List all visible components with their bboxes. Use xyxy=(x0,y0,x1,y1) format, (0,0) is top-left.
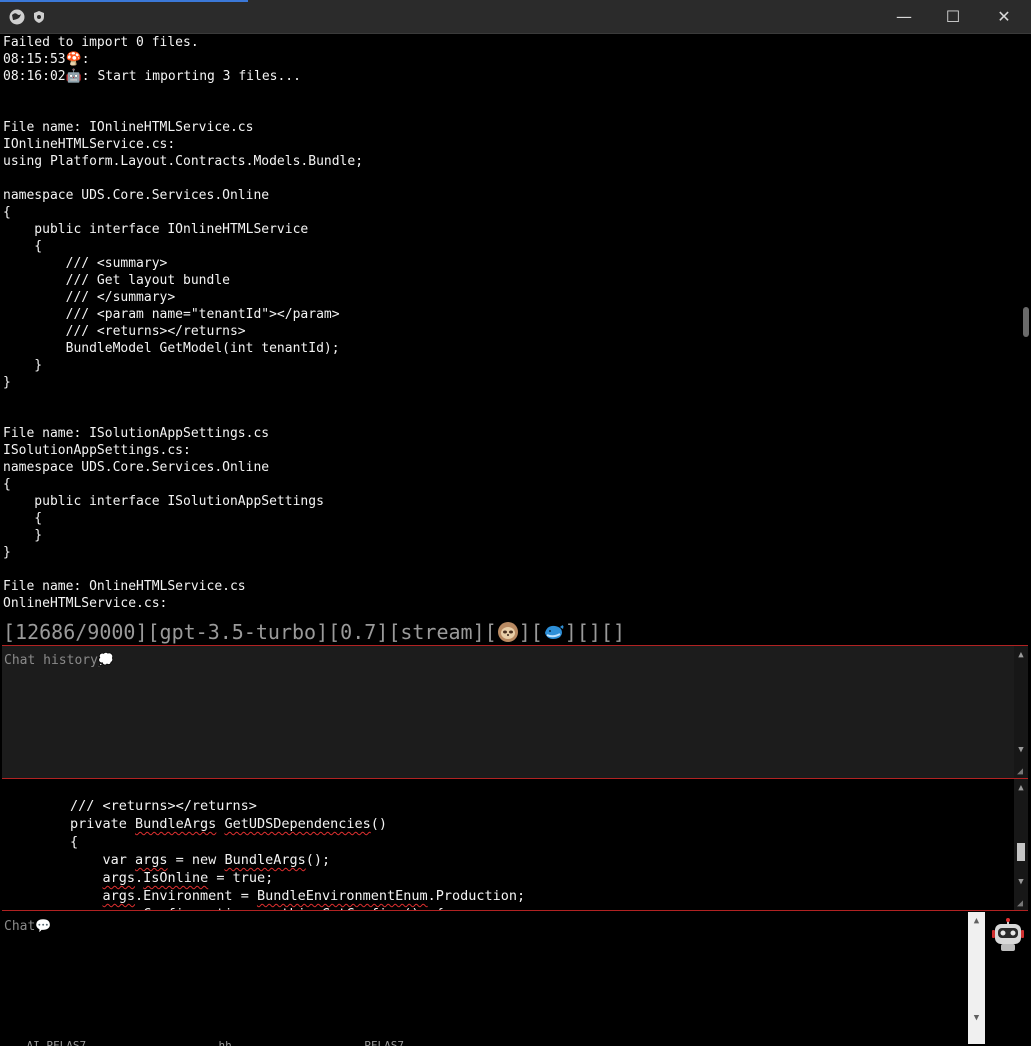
log-line: } xyxy=(3,358,43,373)
chat-input-panel[interactable]: Chat💬 xyxy=(2,912,968,1044)
robot-icon[interactable] xyxy=(992,918,1024,952)
log-line: File name: ISolutionAppSettings.cs xyxy=(3,426,270,441)
minimize-button[interactable]: — xyxy=(881,0,927,33)
code-input-panel[interactable]: /// <returns></returns> private BundleArg… xyxy=(2,779,1028,911)
log-line: { xyxy=(3,477,11,492)
log-line: Failed to import 0 files. xyxy=(3,35,199,50)
scroll-up-arrow-icon[interactable]: ▲ xyxy=(1014,649,1028,661)
log-line: /// </summary> xyxy=(3,290,176,305)
code-line: var args = new BundleArgs(); xyxy=(70,852,331,868)
sloth-icon xyxy=(497,622,518,642)
log-line: BundleModel GetModel(int tenantId); xyxy=(3,341,340,356)
close-button[interactable]: ✕ xyxy=(981,0,1027,33)
code-line: /// <returns></returns> xyxy=(70,798,257,814)
log-line: { xyxy=(3,205,11,220)
log-line: OnlineHTMLService.cs: xyxy=(3,596,168,610)
log-line: public interface ISolutionAppSettings xyxy=(3,494,324,509)
chat-input-placeholder: Chat💬 xyxy=(4,919,52,934)
chat-scrollbar[interactable]: ▲ ▼ xyxy=(968,912,985,1044)
log-line: IOnlineHTMLService.cs: xyxy=(3,137,176,152)
log-line: ISolutionAppSettings.cs: xyxy=(3,443,191,458)
code-scroll-thumb[interactable] xyxy=(1017,843,1025,861)
log-line: File name: OnlineHTMLService.cs xyxy=(3,579,246,594)
log-line: 08:15:53🍄: xyxy=(3,52,90,67)
import-log-output[interactable]: Failed to import 0 files. 08:15:53🍄: 08:16… xyxy=(3,34,1021,610)
chat-history-panel[interactable]: Chat history💭 ▲ ▼ ◢ xyxy=(2,645,1028,779)
code-line: args.Configurations = this.GetConfigs();… xyxy=(70,905,525,910)
shield-icon xyxy=(34,11,44,23)
code-input-text[interactable]: /// <returns></returns> private BundleArg… xyxy=(70,797,526,910)
log-line: { xyxy=(3,511,43,526)
log-line: using Platform.Layout.Contracts.Models.B… xyxy=(3,154,364,169)
status-suffix: ][][] xyxy=(564,620,625,644)
history-scrollbar[interactable]: ▲ ▼ xyxy=(1014,646,1028,778)
chat-history-placeholder: Chat history💭 xyxy=(4,653,115,668)
log-line: /// <param name="tenantId"></param> xyxy=(3,307,340,322)
globe-icon xyxy=(9,9,25,25)
scroll-down-arrow-icon[interactable]: ▼ xyxy=(1014,744,1028,756)
scroll-down-arrow-icon[interactable]: ▼ xyxy=(1014,876,1028,888)
resize-grip-icon[interactable]: ◢ xyxy=(1017,767,1027,777)
code-line: private BundleArgs GetUDSDependencies() xyxy=(70,816,388,832)
log-line: File name: IOnlineHTMLService.cs xyxy=(3,120,254,135)
log-line: /// <returns></returns> xyxy=(3,324,246,339)
model-status-line: [12686/9000][gpt-3.5-turbo][0.7][stream]… xyxy=(3,618,1021,646)
log-line: public interface IOnlineHTMLService xyxy=(3,222,309,237)
whale-icon xyxy=(544,624,564,639)
title-bar[interactable]: — ☐ ✕ xyxy=(0,0,1031,34)
background-window-fragment: AI.PFLAS7... ... hh... ...PFLAS7... xyxy=(0,1040,968,1046)
scroll-up-arrow-icon[interactable]: ▲ xyxy=(969,915,984,927)
title-accent-bar xyxy=(0,0,248,2)
app-window: — ☐ ✕ Failed to import 0 files. 08:15:53🍄… xyxy=(0,0,1031,1046)
log-line: } xyxy=(3,545,11,560)
resize-grip-icon[interactable]: ◢ xyxy=(1017,899,1027,909)
scroll-up-arrow-icon[interactable]: ▲ xyxy=(1014,782,1028,794)
code-line: args.Environment = BundleEnvironmentEnum… xyxy=(102,888,526,904)
status-separator: ][ xyxy=(518,620,543,644)
status-prefix: [12686/9000][gpt-3.5-turbo][0.7][stream]… xyxy=(3,620,497,644)
code-line: { xyxy=(70,834,79,850)
log-line: { xyxy=(3,239,43,254)
log-line: namespace UDS.Core.Services.Online xyxy=(3,460,270,475)
log-line: /// Get layout bundle xyxy=(3,273,230,288)
log-line: } xyxy=(3,528,43,543)
assistant-avatar-area xyxy=(985,912,1031,1046)
log-line: } xyxy=(3,375,11,390)
maximize-button[interactable]: ☐ xyxy=(930,0,976,33)
log-line: 08:16:02🤖: Start importing 3 files... xyxy=(3,69,301,84)
log-line: namespace UDS.Core.Services.Online xyxy=(3,188,270,203)
log-line: /// <summary> xyxy=(3,256,168,271)
code-line: args.IsOnline = true; xyxy=(102,870,274,886)
scroll-down-arrow-icon[interactable]: ▼ xyxy=(969,1012,984,1024)
code-scrollbar[interactable]: ▲ ▼ xyxy=(1014,779,1028,910)
log-scrollbar[interactable] xyxy=(1021,34,1031,610)
log-scroll-thumb[interactable] xyxy=(1023,307,1029,337)
